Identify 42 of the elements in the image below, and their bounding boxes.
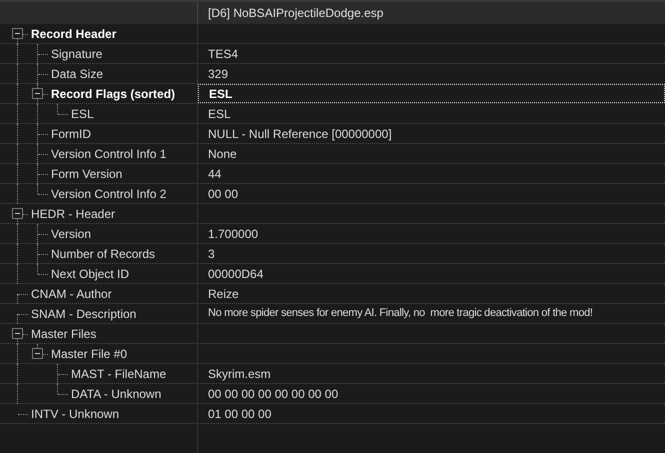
field-name: DATA - Unknown — [71, 386, 162, 402]
collapse-icon[interactable] — [12, 328, 23, 339]
field-name: Data Size — [51, 66, 104, 82]
field-name: Version Control Info 2 — [51, 186, 166, 202]
field-name: Record Flags (sorted) — [51, 86, 176, 102]
field-value: 00 00 00 00 00 00 00 00 — [208, 386, 338, 402]
field-name: Master File #0 — [51, 346, 128, 362]
field-value: 00000D64 — [208, 266, 264, 282]
field-name: HEDR - Header — [31, 206, 116, 222]
field-value: Skyrim.esm — [208, 366, 271, 382]
field-name: Record Header — [31, 26, 116, 42]
field-value: 00 00 — [208, 186, 238, 202]
field-name: Version Control Info 1 — [51, 146, 166, 162]
field-value: 1.700000 — [208, 226, 258, 242]
field-value: None — [208, 146, 237, 162]
field-value: 44 — [208, 166, 222, 182]
field-name: ESL — [71, 106, 94, 122]
collapse-icon[interactable] — [12, 208, 23, 219]
field-value: 329 — [208, 66, 228, 82]
collapse-icon[interactable] — [32, 88, 43, 99]
field-name: Next Object ID — [51, 266, 130, 282]
field-name: INTV - Unknown — [31, 406, 120, 422]
collapse-icon[interactable] — [32, 348, 43, 359]
field-name: MAST - FileName — [71, 366, 166, 382]
field-name: SNAM - Description — [31, 306, 136, 322]
field-name: Number of Records — [51, 246, 156, 262]
field-value: TES4 — [208, 46, 238, 62]
field-name: Form Version — [51, 166, 122, 182]
field-value: ESL — [208, 106, 231, 122]
field-name: Version — [51, 226, 92, 242]
field-name: Signature — [51, 46, 102, 62]
field-value: 01 00 00 00 — [208, 406, 272, 422]
field-name: FormID — [51, 126, 91, 142]
field-value: 3 — [208, 246, 215, 262]
field-value: No more spider senses for enemy AI. Finally, no more tragic deactivation of the mod! — [208, 306, 593, 322]
field-value: Reize — [208, 286, 239, 302]
column-title: [D6] NoBSAIProjectileDodge.esp — [207, 5, 384, 22]
field-value: NULL - Null Reference [00000000] — [208, 126, 392, 142]
field-name: Master Files — [31, 326, 96, 342]
field-value: ESL — [209, 86, 232, 102]
field-name: CNAM - Author — [31, 286, 112, 302]
collapse-icon[interactable] — [12, 28, 23, 39]
